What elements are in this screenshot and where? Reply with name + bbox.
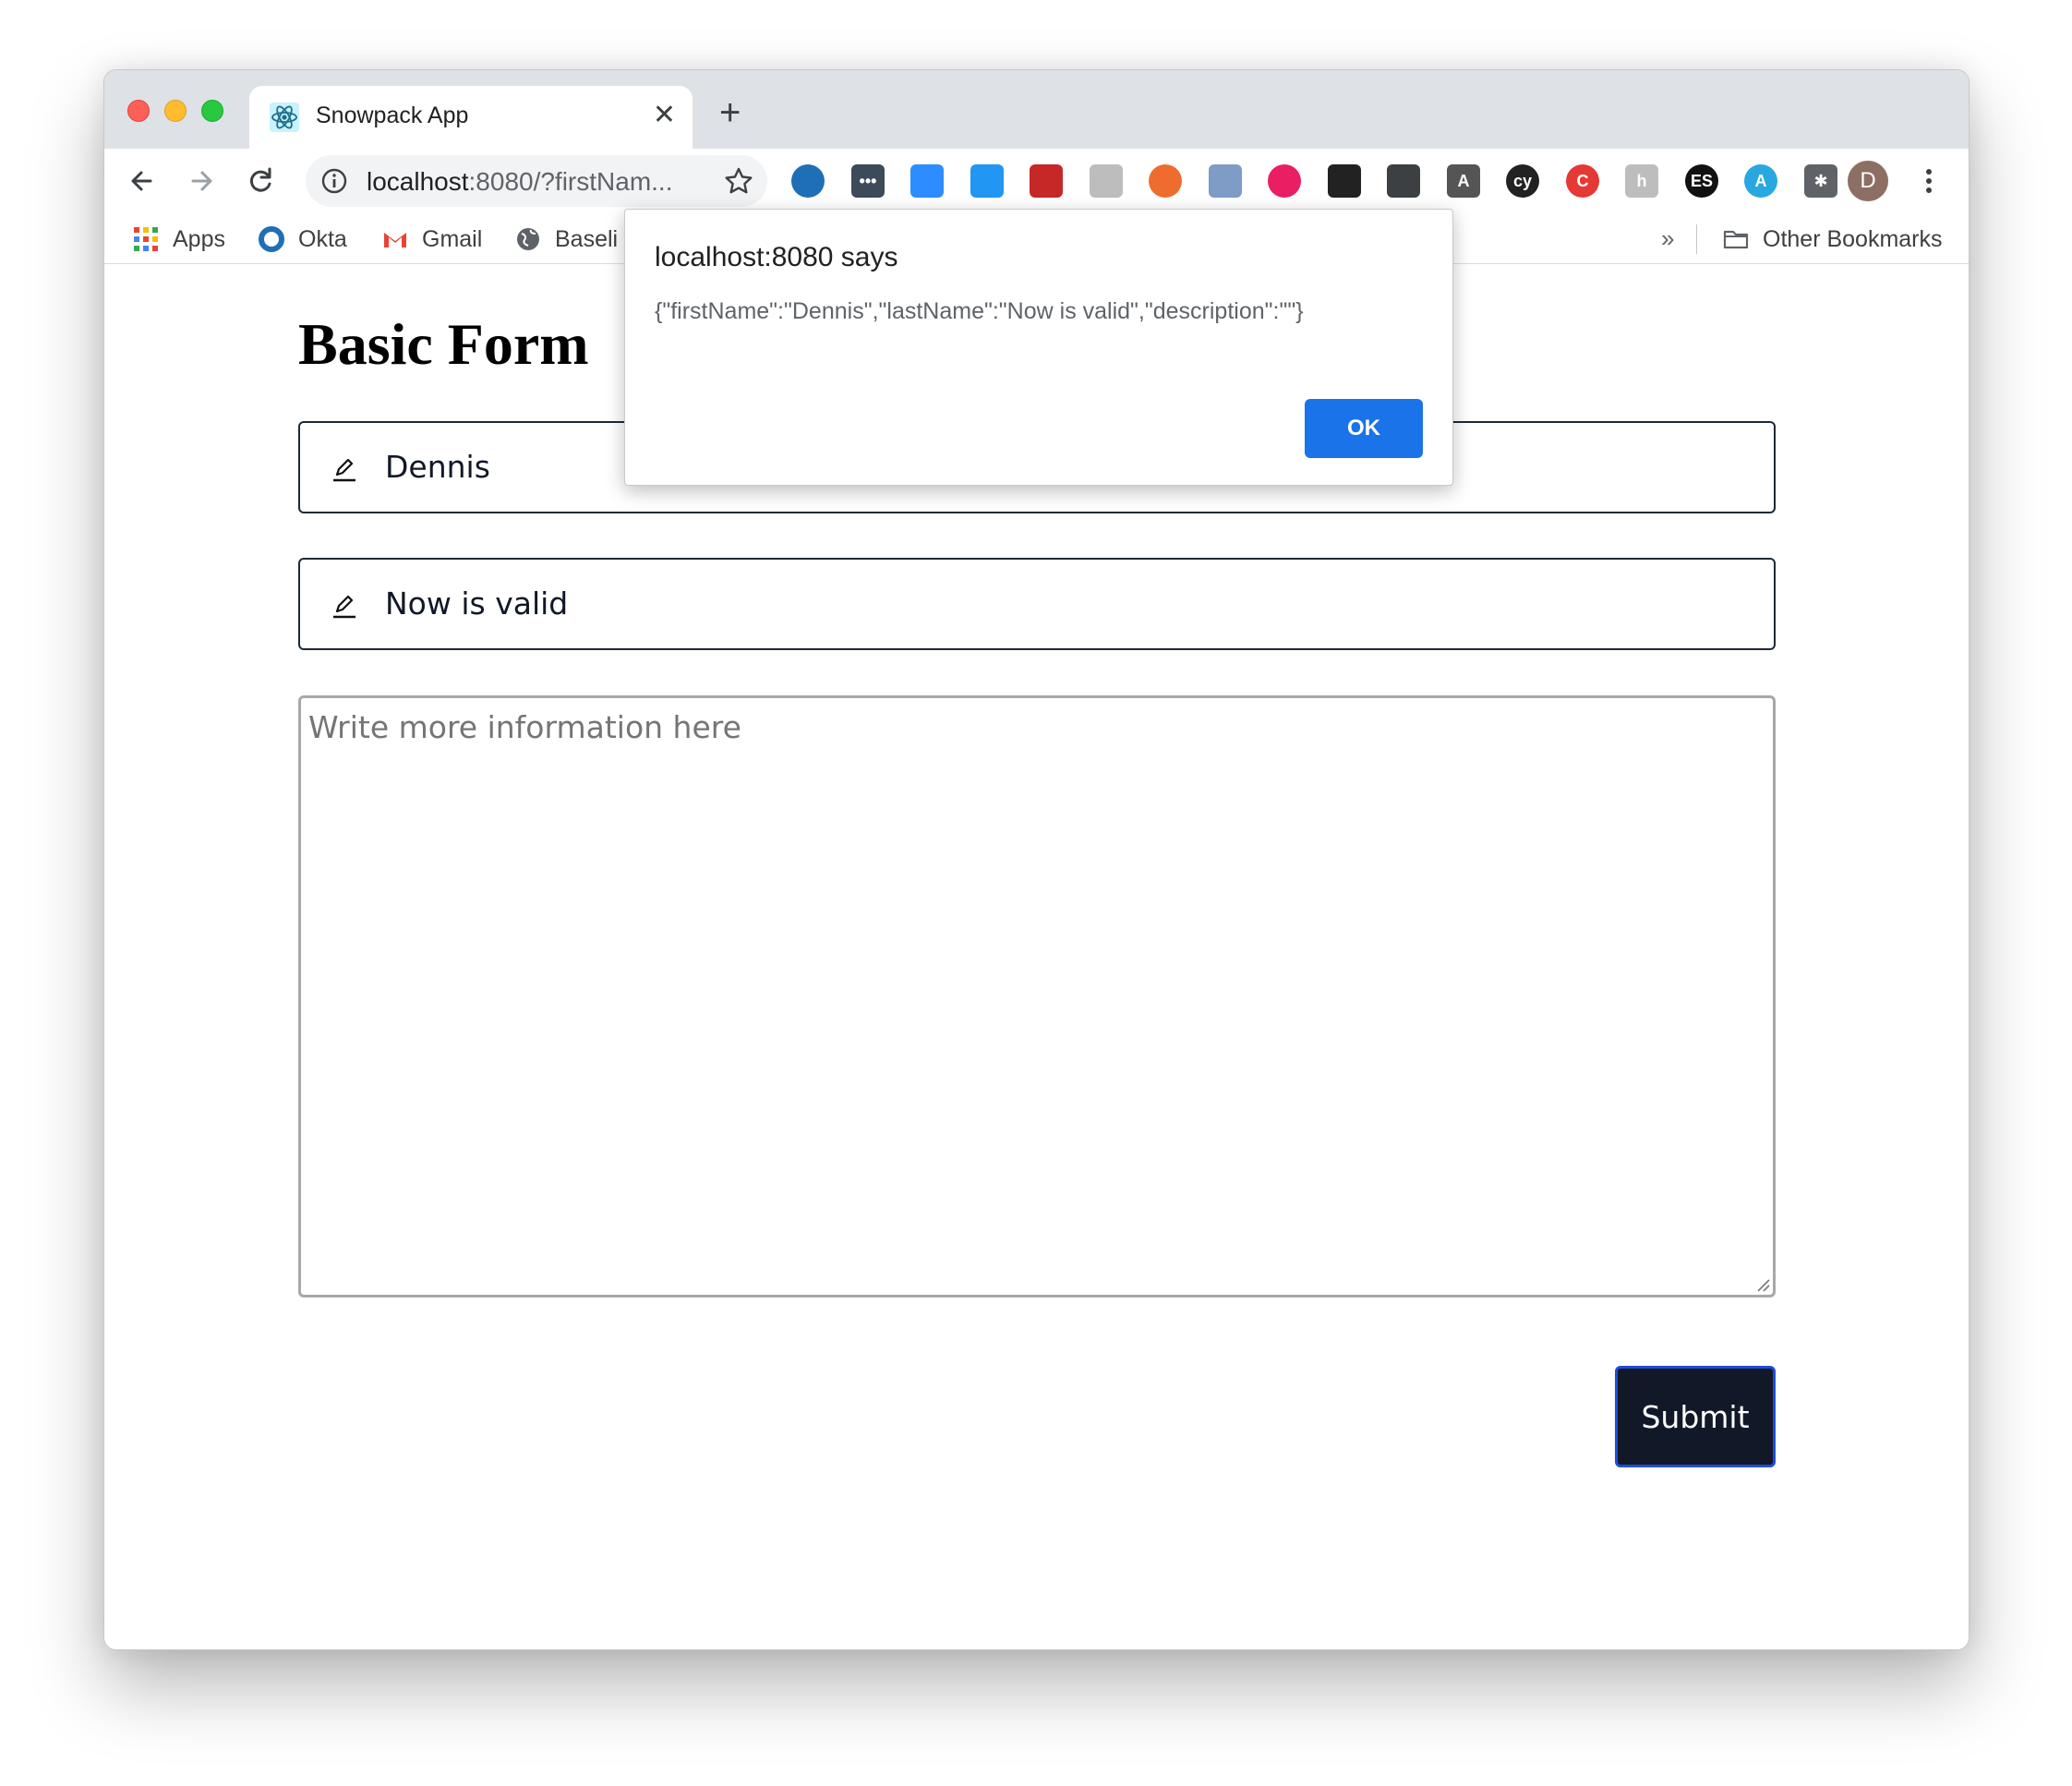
c-ext-icon[interactable]: C — [1566, 164, 1599, 198]
bookmark-apps[interactable]: Apps — [132, 224, 225, 254]
address-url: localhost:8080/?firstNam... — [367, 167, 708, 197]
moon-ext-icon[interactable] — [1209, 164, 1242, 198]
description-placeholder: Write more information here — [308, 709, 741, 745]
tab-strip: Snowpack App ✕ + — [104, 70, 1969, 149]
address-bar[interactable]: localhost:8080/?firstNam... — [306, 155, 767, 207]
dialog-message: {"firstName":"Dennis","lastName":"Now is… — [655, 298, 1304, 324]
close-window-button[interactable] — [127, 100, 150, 122]
dialog-title: localhost:8080 says — [655, 242, 898, 272]
h-ext-icon[interactable]: h — [1625, 164, 1658, 198]
okta-icon — [258, 225, 285, 253]
submit-button[interactable]: Submit — [1615, 1366, 1776, 1467]
alert-dialog: localhost:8080 says {"firstName":"Dennis… — [624, 209, 1453, 486]
font-ext-icon[interactable]: A — [1447, 164, 1480, 198]
pencil-icon — [330, 591, 359, 621]
cypress-ext-icon[interactable]: cy — [1506, 164, 1539, 198]
last-name-value: Now is valid — [385, 585, 569, 621]
bookmarks-overflow-chevron[interactable]: » — [1661, 224, 1674, 253]
appstore-ext-icon[interactable]: A — [1744, 164, 1777, 198]
maximize-window-button[interactable] — [201, 100, 223, 122]
globe-icon — [514, 225, 542, 253]
back-arrow-icon[interactable] — [123, 162, 162, 200]
pencil-icon — [330, 454, 359, 484]
zoom-ext-icon[interactable] — [910, 164, 944, 198]
dots-ext-icon[interactable]: ••• — [851, 164, 885, 198]
apps-grid-icon — [132, 225, 160, 253]
bookmark-label: Gmail — [422, 225, 483, 252]
bookmark-other-bookmarks[interactable]: Other Bookmarks — [1722, 224, 1943, 254]
resize-handle-icon[interactable] — [1754, 1276, 1771, 1293]
bookmark-label: Baseli — [555, 225, 619, 252]
tab-title: Snowpack App — [316, 103, 469, 128]
profile-avatar[interactable]: D — [1848, 161, 1888, 201]
more-menu-icon[interactable] — [1920, 162, 1938, 200]
react-icon — [270, 103, 299, 132]
dialog-ok-button[interactable]: OK — [1305, 399, 1423, 458]
video-ext-icon[interactable] — [1387, 164, 1420, 198]
bookmark-label: Okta — [298, 225, 347, 252]
page-title: Basic Form — [298, 311, 589, 377]
gmail-icon — [381, 225, 409, 253]
puzzle-ext-icon[interactable]: ✱ — [1804, 164, 1837, 198]
description-textarea[interactable]: Write more information here — [298, 695, 1776, 1297]
minimize-window-button[interactable] — [164, 100, 187, 122]
lifebuoy-ext-icon[interactable] — [1149, 164, 1182, 198]
other-bookmarks-label: Other Bookmarks — [1763, 225, 1943, 252]
tab-close-icon[interactable]: ✕ — [653, 99, 676, 132]
forward-arrow-icon[interactable] — [182, 162, 221, 200]
bookmark-okta[interactable]: Okta — [258, 224, 347, 254]
color-wheel-ext-icon[interactable] — [1268, 164, 1301, 198]
bookmark-baseline[interactable]: Baseli — [514, 224, 618, 254]
bookmark-gmail[interactable]: Gmail — [381, 224, 482, 254]
info-icon[interactable] — [320, 167, 348, 195]
browser-window: Snowpack App ✕ + localhost:8080/?firstNa… — [103, 69, 1970, 1650]
tab-snowpack-app[interactable]: Snowpack App ✕ — [249, 86, 693, 149]
last-name-field[interactable]: Now is valid — [298, 558, 1776, 650]
new-tab-button[interactable]: + — [719, 94, 741, 131]
bookmarks-separator — [1696, 224, 1697, 254]
url-rest: :8080/?firstNam... — [468, 167, 673, 196]
browser-toolbar: localhost:8080/?firstNam... ••• Acy Ch ES A ✱… — [104, 149, 1969, 213]
react-devtools-ext-icon[interactable] — [1030, 164, 1063, 198]
reload-icon[interactable] — [241, 162, 280, 200]
bookmark-star-icon[interactable] — [723, 165, 754, 197]
url-host: localhost — [367, 167, 469, 196]
window-ext-icon[interactable] — [970, 164, 1004, 198]
bookmark-label: Apps — [173, 225, 225, 252]
okta-ext-icon[interactable] — [791, 164, 825, 198]
target-ext-icon[interactable] — [1090, 164, 1123, 198]
first-name-value: Dennis — [385, 449, 490, 485]
eye-ext-icon[interactable] — [1328, 164, 1361, 198]
es-ext-icon[interactable]: ES — [1685, 164, 1718, 198]
folder-icon — [1722, 225, 1750, 253]
